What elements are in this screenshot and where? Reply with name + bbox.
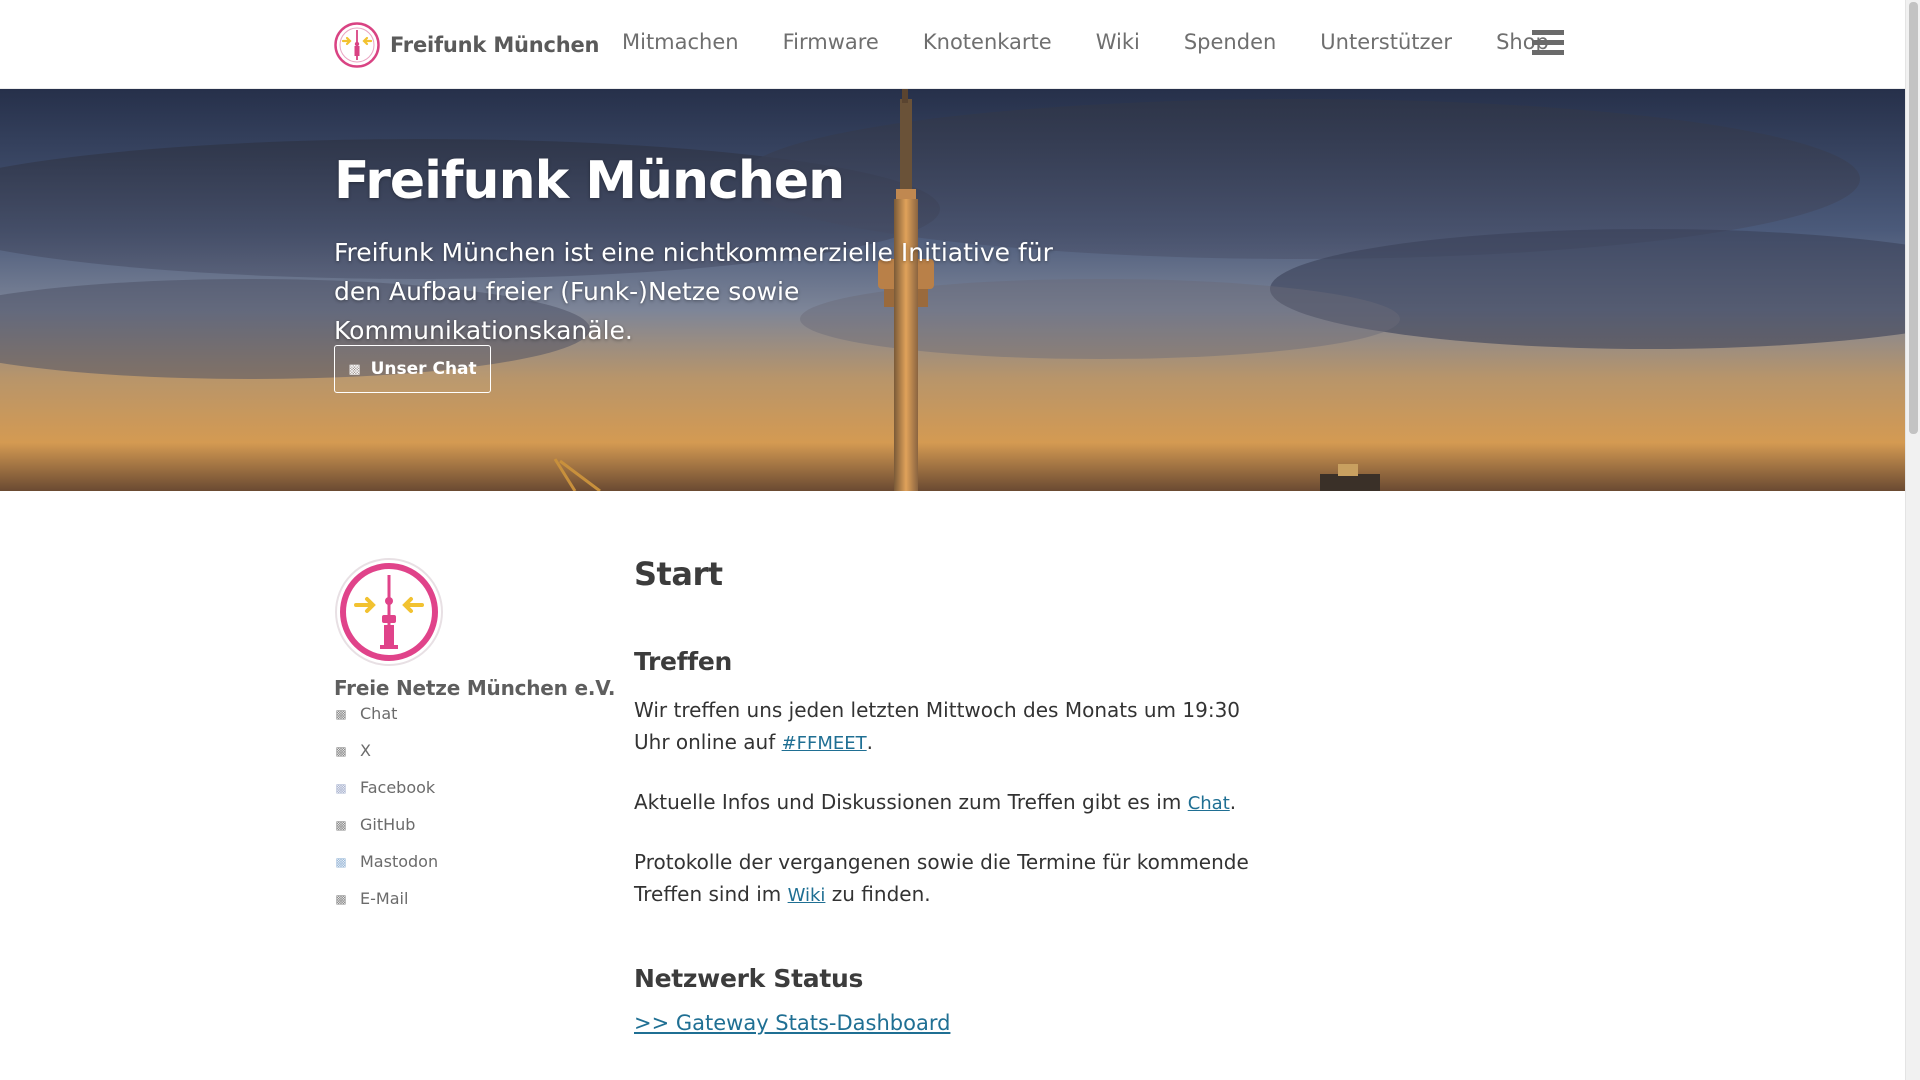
social-link-label: GitHub — [360, 815, 416, 834]
netzwerk-status-heading: Netzwerk Status — [634, 964, 864, 993]
github-icon: ▩ — [335, 817, 347, 832]
mastodon-icon: ▩ — [335, 854, 347, 869]
nav-item-unterstuetzer[interactable]: Unterstützer — [1320, 30, 1452, 54]
chat-icon: ▩ — [348, 361, 361, 377]
text-span: Wir treffen uns jeden letzten Mittwoch d… — [634, 698, 1241, 754]
social-link-label: E-Mail — [360, 889, 409, 908]
wiki-link[interactable]: Wiki — [788, 885, 826, 906]
email-icon: ▩ — [335, 891, 347, 906]
ffmeet-link[interactable]: #FFMEET — [782, 733, 867, 754]
social-link-label: Chat — [360, 704, 398, 723]
hero-title: Freifunk München — [334, 151, 845, 211]
social-link-label: X — [360, 741, 371, 760]
chat-button[interactable]: ▩ Unser Chat — [334, 345, 491, 393]
social-link-label: Mastodon — [360, 852, 439, 871]
list-item: ▩ GitHub — [334, 815, 438, 852]
freie-netze-logo-icon — [335, 558, 443, 666]
treffen-paragraph-2: Aktuelle Infos und Diskussionen zum Tref… — [634, 786, 1254, 820]
chat-link[interactable]: Chat — [1188, 793, 1230, 814]
text-span: zu finden. — [825, 882, 931, 906]
social-link-github[interactable]: ▩ GitHub — [334, 815, 415, 834]
brand-link[interactable]: Freifunk München — [334, 22, 600, 68]
text-span: . — [1229, 790, 1237, 814]
social-link-label: Facebook — [360, 778, 436, 797]
nav-item-mitmachen[interactable]: Mitmachen — [622, 30, 739, 54]
brand-name: Freifunk München — [390, 33, 600, 57]
x-icon: ▩ — [335, 743, 347, 758]
nav-item-wiki[interactable]: Wiki — [1096, 30, 1140, 54]
nav-item-spenden[interactable]: Spenden — [1184, 30, 1276, 54]
nav-item-firmware[interactable]: Firmware — [783, 30, 879, 54]
social-link-email[interactable]: ▩ E-Mail — [334, 889, 408, 908]
treffen-paragraph-1: Wir treffen uns jeden letzten Mittwoch d… — [634, 694, 1254, 760]
main-nav: Mitmachen Firmware Knotenkarte Wiki Spen… — [622, 30, 1593, 54]
page-title: Start — [634, 555, 723, 593]
hero-description: Freifunk München ist eine nichtkommerzie… — [334, 238, 1053, 345]
social-link-x[interactable]: ▩ X — [334, 741, 371, 760]
list-item: ▩ Facebook — [334, 778, 438, 815]
treffen-paragraph-3: Protokolle der vergangenen sowie die Ter… — [634, 846, 1254, 912]
organisation-name: Freie Netze München e.V. — [334, 676, 616, 700]
treffen-heading: Treffen — [634, 647, 732, 676]
text-span: Aktuelle Infos und Diskussionen zum Tref… — [634, 790, 1188, 814]
social-link-chat[interactable]: ▩ Chat — [334, 704, 397, 723]
list-item: ▩ Chat — [334, 704, 438, 741]
nav-item-knotenkarte[interactable]: Knotenkarte — [923, 30, 1052, 54]
social-link-facebook[interactable]: ▩ Facebook — [334, 778, 435, 797]
chat-button-label: Unser Chat — [370, 359, 477, 379]
list-item: ▩ X — [334, 741, 438, 778]
hero-banner: Freifunk München Freifunk München ist ei… — [0, 89, 1905, 491]
list-item: ▩ E-Mail — [334, 889, 438, 926]
social-link-mastodon[interactable]: ▩ Mastodon — [334, 852, 438, 871]
scrollbar-thumb[interactable] — [1909, 2, 1918, 434]
text-span: . — [866, 730, 874, 754]
page-scrollbar[interactable] — [1905, 0, 1920, 1080]
freifunk-logo-icon — [334, 22, 380, 68]
social-links: ▩ Chat ▩ X ▩ Facebook ▩ GitHub ▩ Mastodo… — [334, 704, 438, 926]
site-header: Freifunk München Mitmachen Firmware Knot… — [0, 0, 1905, 89]
main-content: Start Treffen Wir treffen uns jeden letz… — [634, 555, 1254, 1035]
chat-icon: ▩ — [335, 706, 347, 721]
gateway-stats-link[interactable]: >> Gateway Stats-Dashboard — [634, 1011, 950, 1035]
hamburger-menu-icon[interactable] — [1532, 30, 1564, 58]
text-span: Protokolle der vergangenen sowie die Ter… — [634, 850, 1249, 906]
facebook-icon: ▩ — [335, 780, 347, 795]
list-item: ▩ Mastodon — [334, 852, 438, 889]
